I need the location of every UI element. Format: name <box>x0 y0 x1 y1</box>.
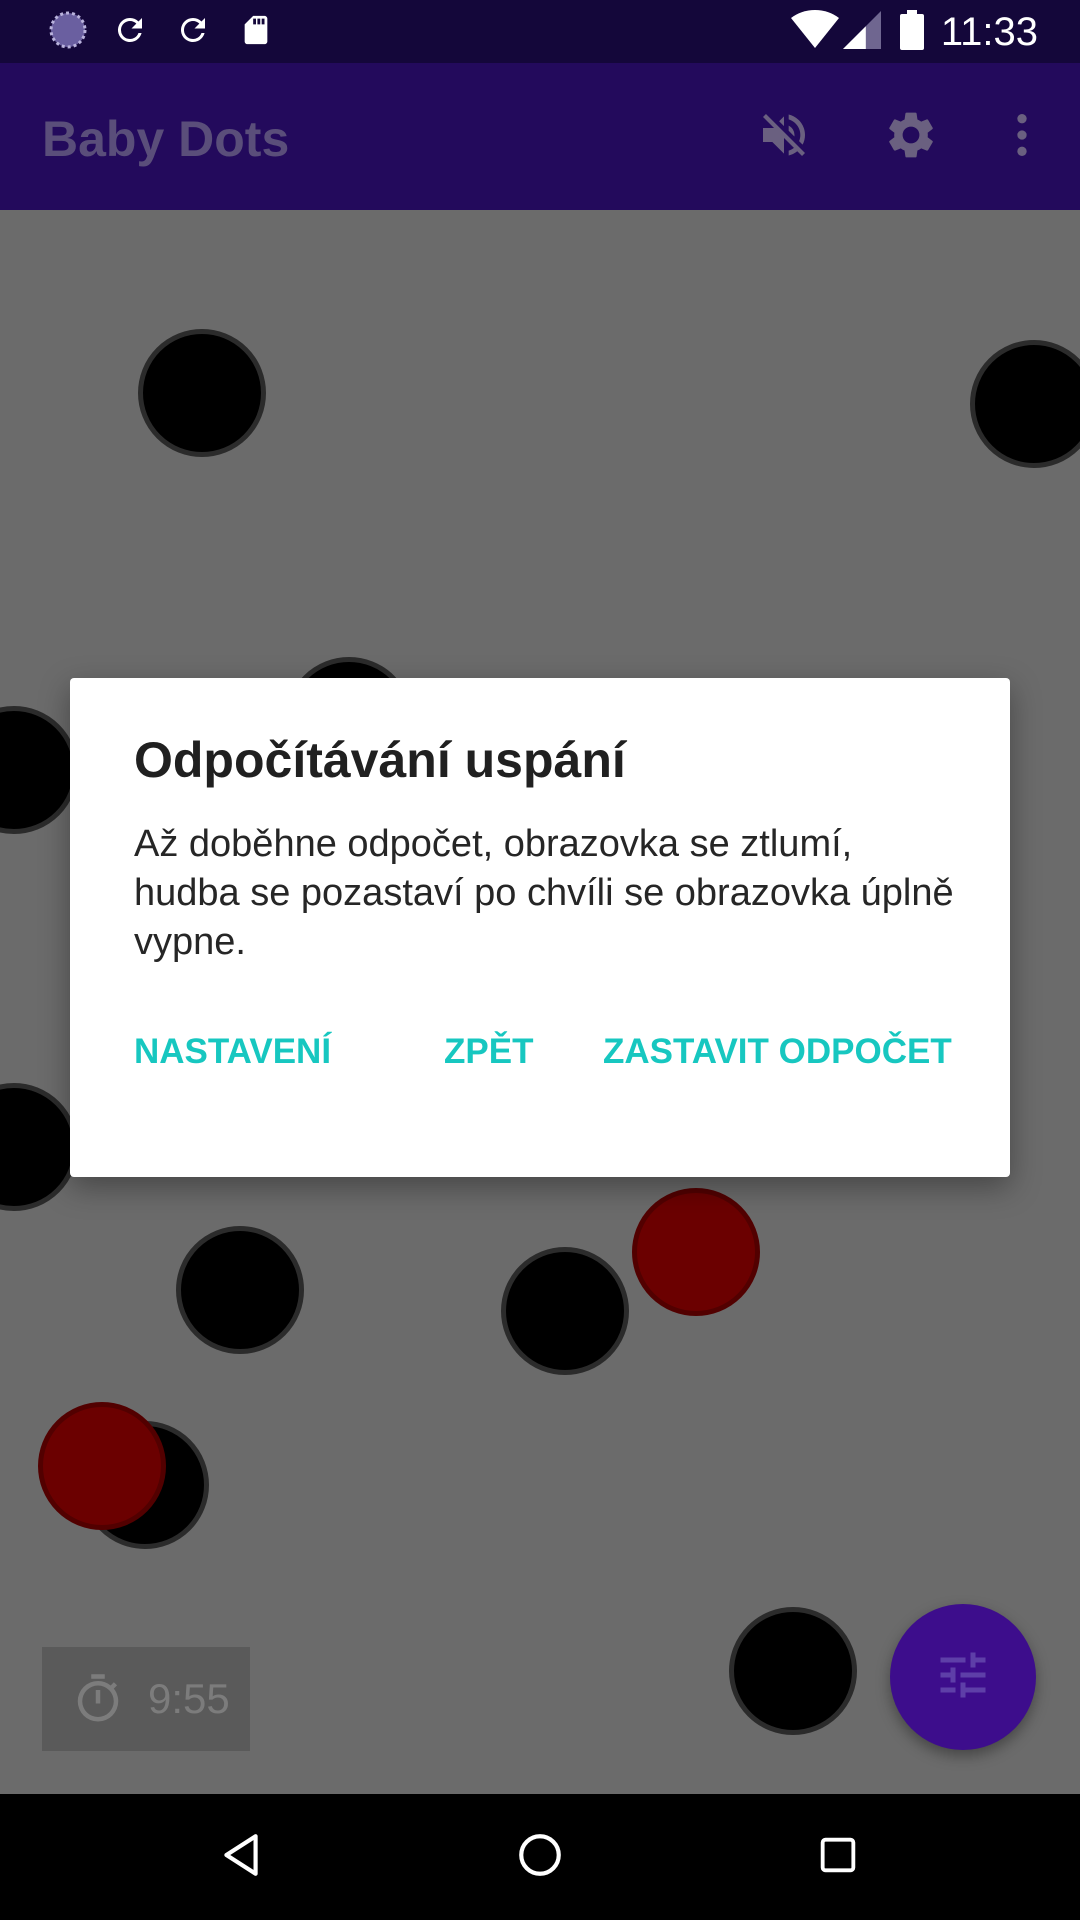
red-dot[interactable] <box>38 1402 166 1530</box>
dialog-message: Až doběhne odpočet, obrazovka se ztlumí,… <box>134 823 954 963</box>
black-dot[interactable] <box>138 329 266 457</box>
nav-home-button[interactable] <box>502 1819 578 1895</box>
wifi-icon <box>790 10 840 50</box>
more-options-button[interactable] <box>986 101 1058 173</box>
black-dot[interactable] <box>176 1226 304 1354</box>
back-icon <box>216 1830 266 1885</box>
timer-value: 9:55 <box>148 1675 230 1722</box>
black-dot[interactable] <box>729 1607 857 1735</box>
screen: 11:33 Baby Dots 9:55 Odpočítávání uspání… <box>0 0 1080 1920</box>
dialog-title: Odpočítávání uspání <box>134 732 626 788</box>
navigation-bar <box>0 1794 1080 1920</box>
home-icon <box>515 1830 565 1885</box>
timer-icon <box>68 1669 128 1729</box>
app-title: Baby Dots <box>42 111 290 167</box>
recents-icon <box>815 1832 861 1883</box>
black-dot[interactable] <box>0 706 78 834</box>
stop-countdown-button[interactable]: ZASTAVIT ODPOČET <box>603 1024 952 1080</box>
nav-recents-button[interactable] <box>800 1819 876 1895</box>
settings-button[interactable] <box>875 101 947 173</box>
sleep-countdown-dialog: Odpočítávání uspání Až doběhne odpočet, … <box>70 678 1010 1177</box>
sleep-timer-chip[interactable]: 9:55 <box>42 1647 250 1751</box>
back-button[interactable]: ZPĚT <box>444 1024 533 1080</box>
sync-icon <box>110 10 150 50</box>
nav-back-button[interactable] <box>203 1819 279 1895</box>
sd-card-icon <box>236 10 276 50</box>
black-dot[interactable] <box>0 1083 78 1211</box>
status-bar: 11:33 <box>0 0 1080 63</box>
battery-icon <box>892 10 932 50</box>
tune-fab[interactable] <box>890 1604 1036 1750</box>
more-vert-icon <box>994 107 1050 168</box>
black-dot[interactable] <box>970 340 1080 468</box>
mute-icon <box>756 107 812 168</box>
gear-icon <box>883 107 939 168</box>
status-time: 11:33 <box>940 10 1038 54</box>
signal-icon <box>842 10 882 50</box>
black-dot[interactable] <box>501 1247 629 1375</box>
app-bar: Baby Dots <box>0 63 1080 210</box>
red-dot[interactable] <box>632 1188 760 1316</box>
loading-icon <box>48 10 88 50</box>
mute-button[interactable] <box>748 101 820 173</box>
settings-button[interactable]: NASTAVENÍ <box>134 1024 331 1080</box>
sync-icon <box>173 10 213 50</box>
tune-icon <box>933 1645 993 1710</box>
